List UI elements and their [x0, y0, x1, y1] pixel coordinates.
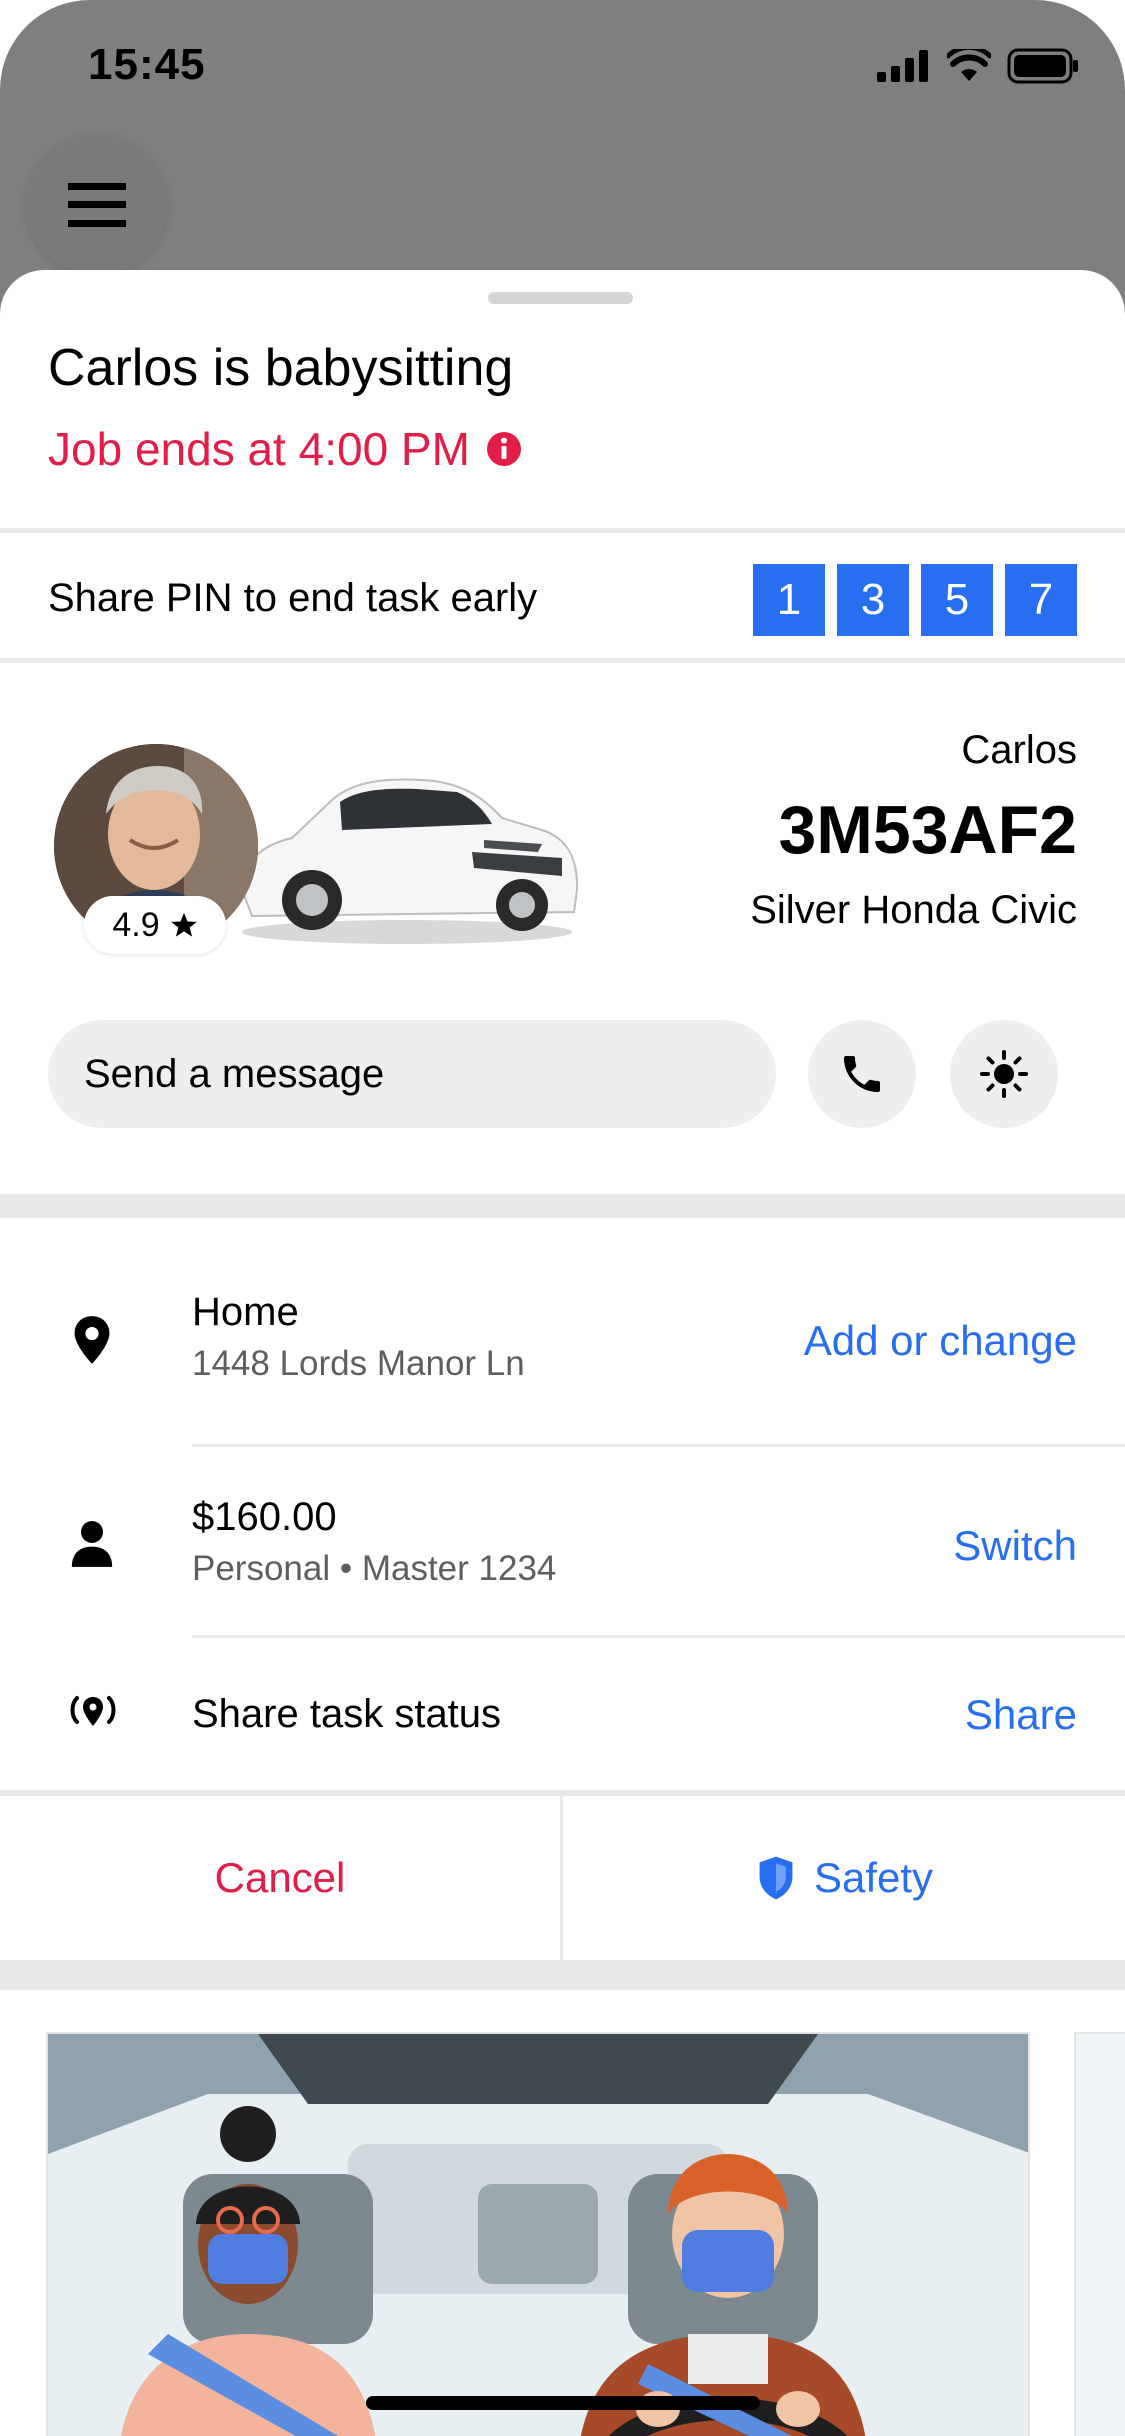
car-image: [240, 778, 579, 944]
message-input[interactable]: [48, 1020, 776, 1128]
battery-icon: [1007, 48, 1078, 84]
share-status-title: Share task status: [192, 1692, 502, 1736]
next-promo-card[interactable]: [1074, 2032, 1125, 2436]
rating-value: 4.9: [112, 905, 160, 944]
status-bar: 15:45: [0, 0, 1125, 140]
license-plate: 3M53AF2: [778, 792, 1077, 868]
job-end-label: Job ends at 4:00 PM: [48, 423, 470, 475]
sun-icon: [980, 1050, 1028, 1098]
more-options-button[interactable]: [950, 1020, 1058, 1128]
divider: [0, 658, 1125, 663]
safety-button[interactable]: Safety: [564, 1796, 1125, 1960]
safety-promo-card[interactable]: [46, 2032, 1030, 2436]
vehicle-description: Silver Honda Civic: [750, 888, 1077, 932]
person-icon: [71, 1521, 113, 1567]
cancel-button[interactable]: Cancel: [0, 1796, 560, 1960]
divider: [0, 528, 1125, 533]
location-address: 1448 Lords Manor Ln: [192, 1344, 525, 1383]
phone-icon: [844, 1056, 880, 1092]
status-time: 15:45: [88, 40, 206, 89]
payment-amount: $160.00: [192, 1495, 337, 1539]
shield-icon: [759, 1856, 793, 1900]
menu-button[interactable]: [26, 134, 168, 276]
safety-label: Safety: [813, 1854, 934, 1901]
menu-icon: [68, 183, 126, 227]
switch-payment-link[interactable]: Switch: [953, 1525, 1077, 1567]
call-button[interactable]: [808, 1020, 916, 1128]
location-row[interactable]: Home 1448 Lords Manor Ln Add or change: [0, 1218, 1125, 1464]
pin-digit: 1: [753, 564, 825, 636]
pin-label: Share PIN to end task early: [48, 576, 538, 620]
pin-digit: 3: [837, 564, 909, 636]
screen: 15:45 Carlos is babysitting Job ends at …: [0, 0, 1125, 2436]
pin-digit: 5: [921, 564, 993, 636]
button-divider: [560, 1796, 563, 1960]
cancel-label: Cancel: [214, 1854, 346, 1901]
share-status-row[interactable]: Share task status Share: [0, 1638, 1125, 1790]
home-indicator[interactable]: [366, 2396, 760, 2410]
section-divider: [0, 1960, 1125, 1990]
payment-row[interactable]: $160.00 Personal • Master 1234 Switch: [0, 1447, 1125, 1639]
location-pin-icon: [74, 1316, 110, 1364]
location-title: Home: [192, 1290, 299, 1334]
share-link[interactable]: Share: [965, 1694, 1077, 1736]
pin-digit: 7: [1005, 564, 1077, 636]
payment-method: Personal • Master 1234: [192, 1549, 557, 1588]
trip-sheet: Carlos is babysitting Job ends at 4:00 P…: [0, 270, 1125, 2436]
job-end-time: Job ends at 4:00 PM: [48, 426, 522, 472]
broadcast-icon: [70, 1696, 116, 1726]
sheet-handle[interactable]: [488, 292, 633, 304]
signal-icon: [877, 50, 928, 82]
section-divider: [0, 1194, 1125, 1218]
wifi-icon: [947, 49, 991, 81]
masked-passengers-illustration: [48, 2034, 1028, 2436]
status-icons: [877, 48, 1079, 84]
driver-rating: 4.9: [84, 896, 226, 954]
add-or-change-link[interactable]: Add or change: [804, 1320, 1077, 1362]
pin-code: 1 3 5 7: [753, 564, 1077, 636]
page-title: Carlos is babysitting: [48, 339, 514, 397]
info-icon[interactable]: [486, 431, 522, 467]
star-icon: [170, 912, 197, 937]
driver-name: Carlos: [961, 728, 1077, 772]
